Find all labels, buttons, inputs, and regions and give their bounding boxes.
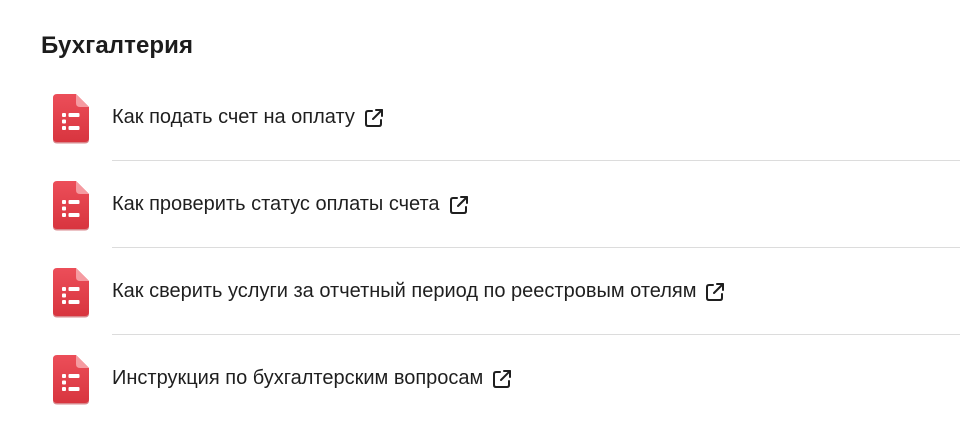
list-item[interactable]: Инструкция по бухгалтерским вопросам: [0, 335, 960, 422]
document-icon: [51, 92, 91, 144]
document-icon: [51, 266, 91, 318]
list-item[interactable]: Как подать счет на оплату: [0, 74, 960, 161]
doc-link[interactable]: Как подать счет на оплату: [112, 74, 385, 161]
doc-link-label: Как сверить услуги за отчетный период по…: [112, 280, 697, 302]
doc-link[interactable]: Как проверить статус оплаты счета: [112, 161, 470, 248]
section-title: Бухгалтерия: [41, 32, 194, 59]
document-icon: [51, 179, 91, 231]
doc-link-label: Как проверить статус оплаты счета: [112, 193, 440, 215]
document-icon: [51, 353, 91, 405]
list-item[interactable]: Как сверить услуги за отчетный период по…: [0, 248, 960, 335]
doc-link-label: Инструкция по бухгалтерским вопросам: [112, 367, 484, 389]
external-link-icon: [363, 107, 385, 129]
external-link-icon: [448, 194, 470, 216]
doc-link[interactable]: Как сверить услуги за отчетный период по…: [112, 248, 726, 335]
external-link-icon: [491, 368, 513, 390]
doc-link-label: Как подать счет на оплату: [112, 106, 355, 128]
external-link-icon: [704, 281, 726, 303]
list-item[interactable]: Как проверить статус оплаты счета: [0, 161, 960, 248]
doc-link[interactable]: Инструкция по бухгалтерским вопросам: [112, 335, 513, 422]
accounting-section: Бухгалтерия Как подать счет на оплату Ка…: [0, 0, 960, 442]
document-list: Как подать счет на оплату Как проверить …: [0, 74, 960, 422]
